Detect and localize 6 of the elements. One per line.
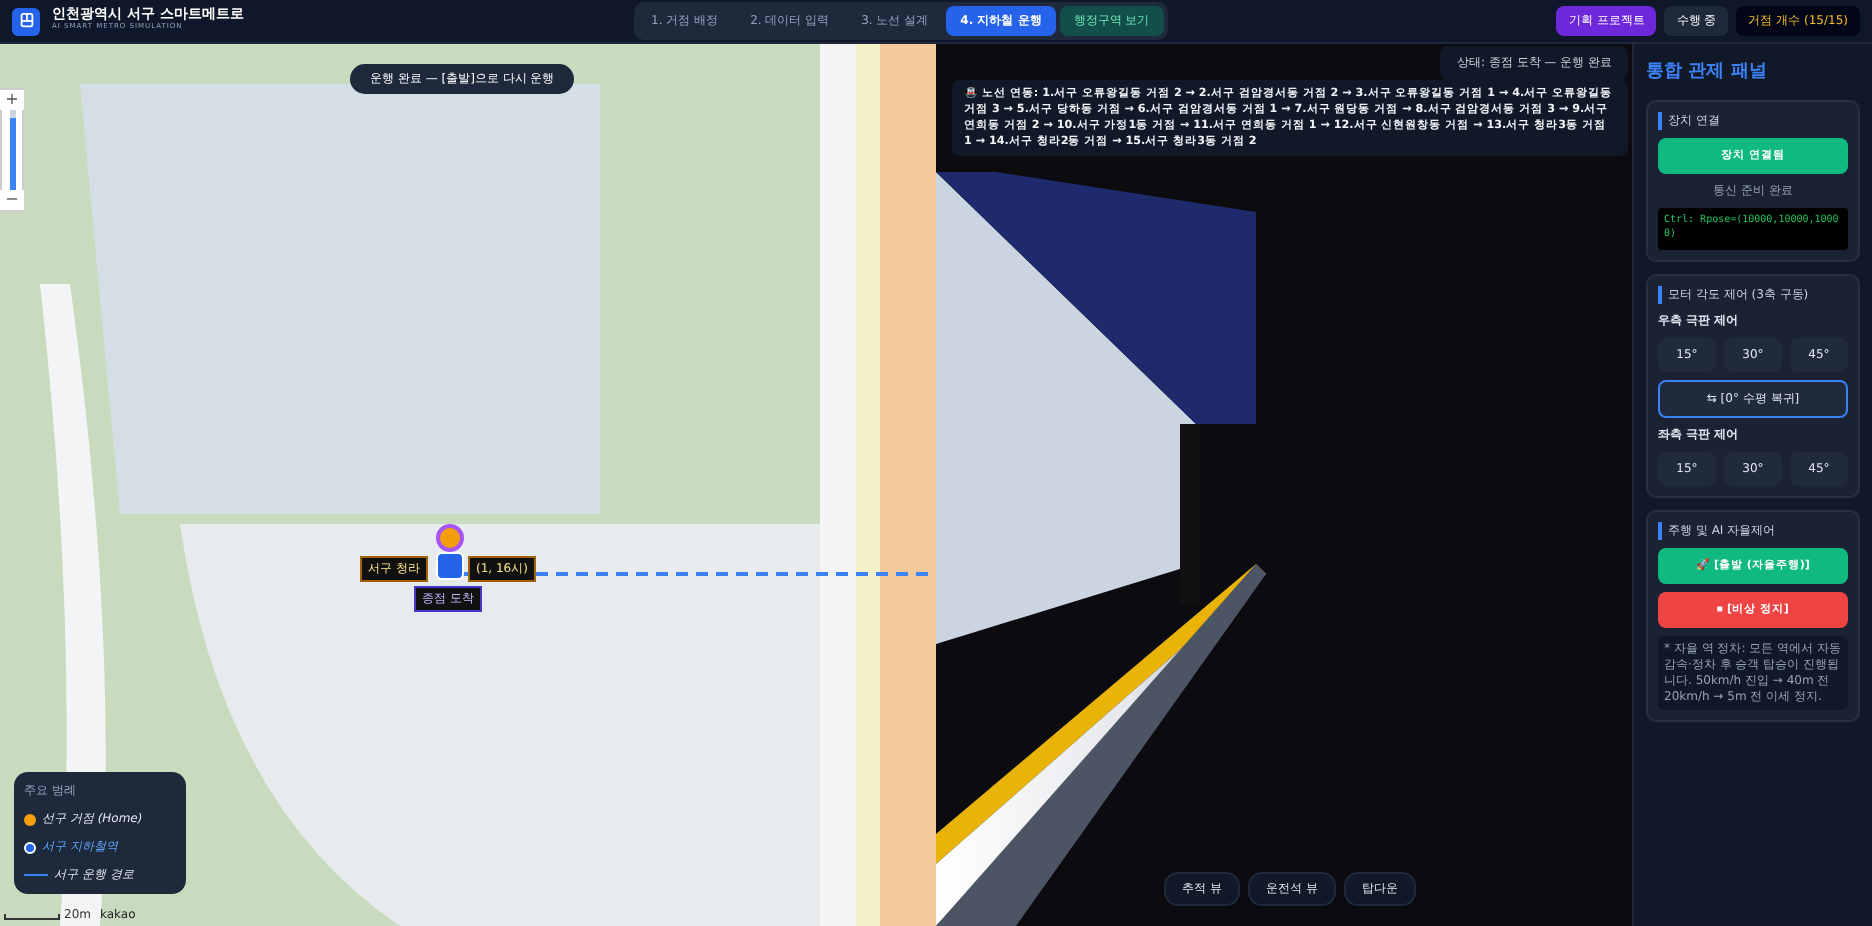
zoom-in-button[interactable]: + [0,90,24,110]
panel-title: 통합 관제 패널 [1646,60,1769,86]
train-marker-icon [436,552,464,580]
zoom-out-button[interactable]: − [0,190,24,210]
scale-bar-icon [4,914,60,920]
train-logo-icon [12,7,40,35]
